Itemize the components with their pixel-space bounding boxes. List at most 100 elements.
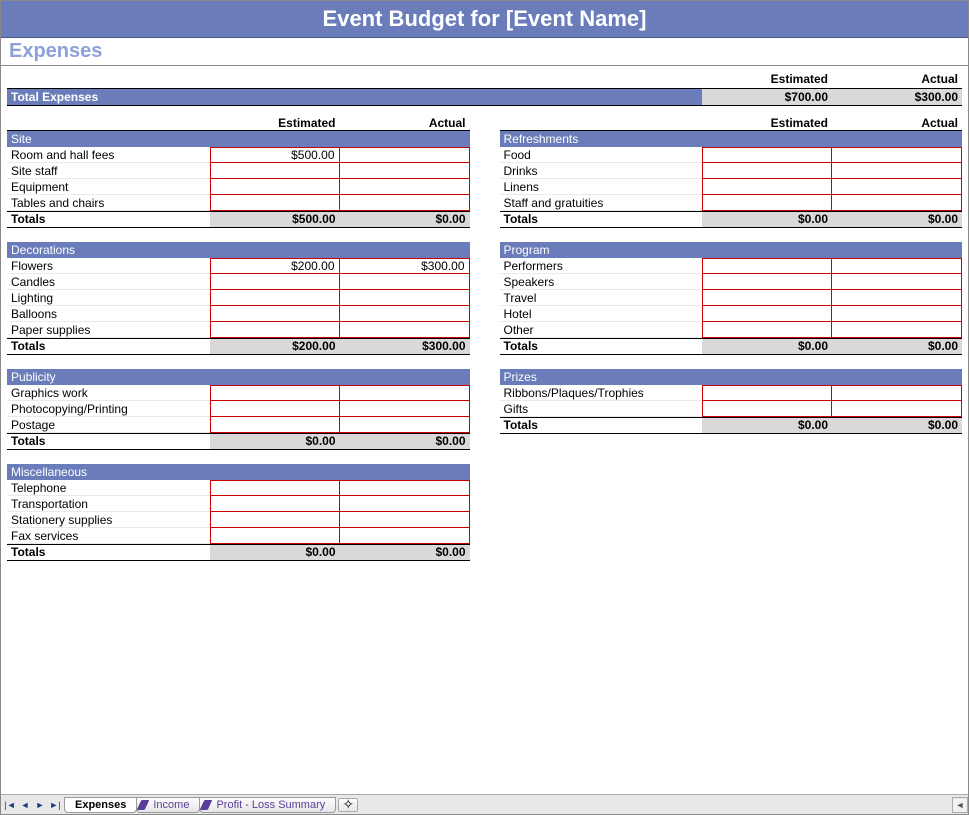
line-item-row: Staff and gratuities: [500, 195, 963, 211]
estimated-cell[interactable]: [702, 290, 832, 306]
line-item-label: Lighting: [7, 291, 210, 306]
category-block: RefreshmentsFoodDrinksLinensStaff and gr…: [500, 131, 963, 228]
totals-estimated: $200.00: [210, 339, 340, 354]
total-expenses-row: Total Expenses $700.00 $300.00: [7, 88, 962, 106]
line-item-row: Telephone: [7, 480, 470, 496]
estimated-cell[interactable]: $200.00: [210, 258, 340, 274]
sheet-tab-profit-loss[interactable]: Profit - Loss Summary: [199, 797, 336, 813]
actual-cell[interactable]: [340, 306, 470, 322]
actual-cell[interactable]: [340, 274, 470, 290]
estimated-cell[interactable]: [210, 306, 340, 322]
category-totals-row: Totals$500.00$0.00: [7, 211, 470, 228]
estimated-cell[interactable]: [210, 528, 340, 544]
line-item-label: Linens: [500, 180, 703, 195]
estimated-cell[interactable]: [702, 147, 832, 163]
tab-nav-first-icon[interactable]: |◄: [3, 798, 17, 812]
estimated-cell[interactable]: [210, 163, 340, 179]
hscroll-left-icon[interactable]: ◄: [952, 797, 968, 813]
category-title: Site: [7, 131, 470, 147]
estimated-cell[interactable]: [210, 195, 340, 211]
col-header-estimated: Estimated: [210, 116, 340, 130]
totals-label: Totals: [7, 545, 210, 560]
actual-cell[interactable]: [832, 195, 962, 211]
tab-nav-next-icon[interactable]: ►: [33, 798, 47, 812]
estimated-cell[interactable]: [702, 179, 832, 195]
totals-label: Totals: [7, 212, 210, 227]
line-item-row: Stationery supplies: [7, 512, 470, 528]
header-actual: Actual: [832, 72, 962, 86]
estimated-cell[interactable]: [210, 512, 340, 528]
actual-cell[interactable]: [832, 163, 962, 179]
new-sheet-icon[interactable]: ✧: [338, 798, 358, 812]
estimated-cell[interactable]: [210, 179, 340, 195]
actual-cell[interactable]: [340, 480, 470, 496]
actual-cell[interactable]: [832, 290, 962, 306]
line-item-label: Staff and gratuities: [500, 196, 703, 211]
line-item-row: Hotel: [500, 306, 963, 322]
line-item-label: Gifts: [500, 402, 703, 417]
estimated-cell[interactable]: [702, 322, 832, 338]
actual-cell[interactable]: [832, 274, 962, 290]
totals-label: Totals: [500, 212, 703, 227]
estimated-cell[interactable]: [702, 195, 832, 211]
estimated-cell[interactable]: [210, 322, 340, 338]
tab-nav-last-icon[interactable]: ►|: [48, 798, 62, 812]
actual-cell[interactable]: [340, 528, 470, 544]
category-title: Decorations: [7, 242, 470, 258]
actual-cell[interactable]: [832, 258, 962, 274]
sheet-tab-expenses[interactable]: Expenses: [64, 797, 137, 813]
estimated-cell[interactable]: $500.00: [210, 147, 340, 163]
tab-nav-prev-icon[interactable]: ◄: [18, 798, 32, 812]
actual-cell[interactable]: [340, 512, 470, 528]
estimated-cell[interactable]: [210, 480, 340, 496]
totals-estimated: $0.00: [210, 545, 340, 560]
actual-cell[interactable]: [832, 306, 962, 322]
category-title: Publicity: [7, 369, 470, 385]
estimated-cell[interactable]: [210, 274, 340, 290]
sheet-tab-income[interactable]: Income: [136, 797, 200, 813]
actual-cell[interactable]: [832, 147, 962, 163]
category-title: Miscellaneous: [7, 464, 470, 480]
actual-cell[interactable]: [340, 385, 470, 401]
actual-cell[interactable]: [340, 195, 470, 211]
line-item-row: Tables and chairs: [7, 195, 470, 211]
totals-estimated: $500.00: [210, 212, 340, 227]
line-item-label: Room and hall fees: [7, 148, 210, 163]
line-item-row: Gifts: [500, 401, 963, 417]
line-item-label: Drinks: [500, 164, 703, 179]
actual-cell[interactable]: $300.00: [340, 258, 470, 274]
estimated-cell[interactable]: [702, 274, 832, 290]
estimated-cell[interactable]: [210, 496, 340, 512]
actual-cell[interactable]: [832, 385, 962, 401]
actual-cell[interactable]: [832, 179, 962, 195]
actual-cell[interactable]: [340, 147, 470, 163]
actual-cell[interactable]: [340, 401, 470, 417]
estimated-cell[interactable]: [702, 385, 832, 401]
estimated-cell[interactable]: [210, 417, 340, 433]
actual-cell[interactable]: [340, 163, 470, 179]
estimated-cell[interactable]: [702, 163, 832, 179]
estimated-cell[interactable]: [702, 401, 832, 417]
line-item-row: Room and hall fees$500.00: [7, 147, 470, 163]
estimated-cell[interactable]: [210, 290, 340, 306]
actual-cell[interactable]: [340, 322, 470, 338]
line-item-label: Other: [500, 323, 703, 338]
actual-cell[interactable]: [340, 417, 470, 433]
actual-cell[interactable]: [340, 290, 470, 306]
estimated-cell[interactable]: [210, 401, 340, 417]
line-item-row: Candles: [7, 274, 470, 290]
totals-label: Totals: [7, 339, 210, 354]
totals-estimated: $0.00: [210, 434, 340, 449]
header-estimated: Estimated: [702, 72, 832, 86]
actual-cell[interactable]: [340, 179, 470, 195]
totals-actual: $0.00: [832, 418, 962, 433]
category-totals-row: Totals$0.00$0.00: [500, 417, 963, 434]
category-title: Prizes: [500, 369, 963, 385]
estimated-cell[interactable]: [702, 306, 832, 322]
actual-cell[interactable]: [832, 322, 962, 338]
actual-cell[interactable]: [832, 401, 962, 417]
estimated-cell[interactable]: [702, 258, 832, 274]
actual-cell[interactable]: [340, 496, 470, 512]
estimated-cell[interactable]: [210, 385, 340, 401]
document-title: Event Budget for [Event Name]: [1, 1, 968, 38]
